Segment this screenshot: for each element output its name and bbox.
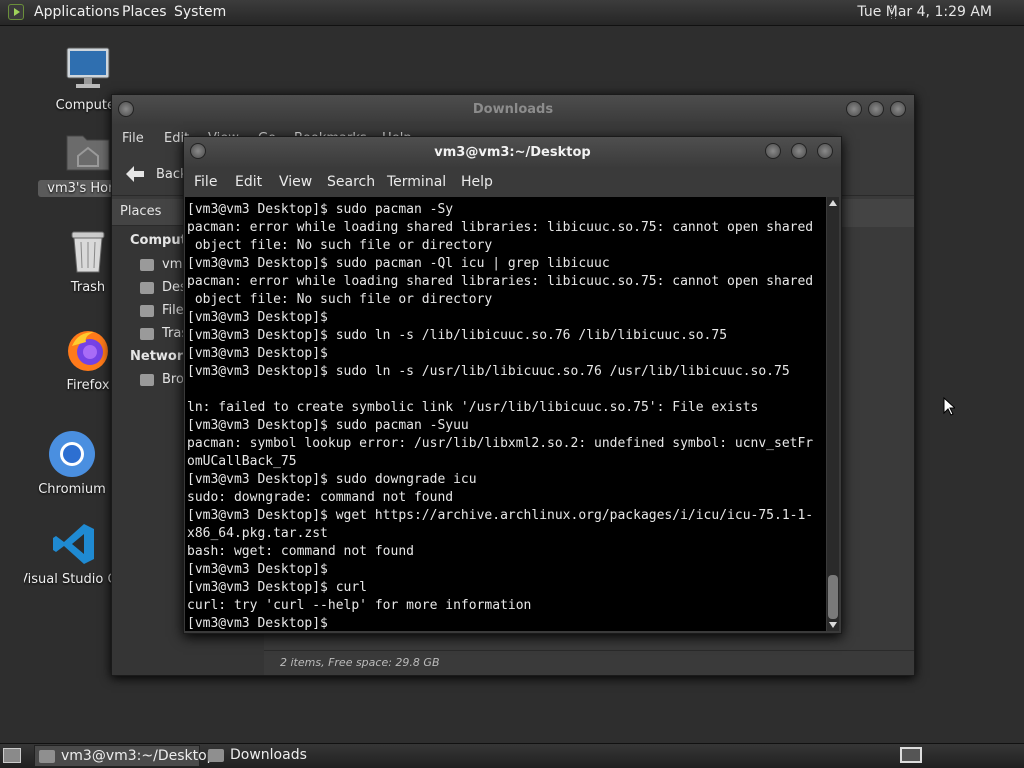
clock[interactable]: Tue Mar 4, 1:29 AM xyxy=(857,4,992,20)
taskbar-item-label: vm3@vm3:~/Desktop xyxy=(61,748,216,764)
workspace-switcher[interactable] xyxy=(900,747,922,763)
terminal-line: sudo: downgrade: command not found xyxy=(187,490,454,505)
mouse-cursor-icon xyxy=(943,396,957,421)
terminal-menu-edit[interactable]: Edit xyxy=(235,174,262,190)
terminal-line: [vm3@vm3 Desktop]$ curl xyxy=(187,580,368,595)
chromium-icon xyxy=(48,430,96,478)
bottom-panel: vm3@vm3:~/Desktop Downloads xyxy=(0,743,1024,768)
back-arrow-icon[interactable] xyxy=(124,165,144,183)
terminal-window-title: vm3@vm3:~/Desktop xyxy=(434,145,591,160)
scrollbar-thumb[interactable] xyxy=(828,575,838,619)
home-icon xyxy=(140,258,154,271)
fm-titlebar[interactable]: Downloads xyxy=(112,95,914,125)
computer-icon xyxy=(64,46,112,94)
desktop-icon xyxy=(140,281,154,294)
maximize-button[interactable] xyxy=(868,101,884,117)
terminal-line: pacman: error while loading shared libra… xyxy=(187,274,814,289)
terminal-line: [vm3@vm3 Desktop]$ xyxy=(187,346,328,361)
taskbar-item-downloads[interactable]: Downloads xyxy=(204,745,344,767)
terminal-line: [vm3@vm3 Desktop]$ xyxy=(187,562,328,577)
terminal-line: [vm3@vm3 Desktop]$ xyxy=(187,310,328,325)
terminal-line: curl: try 'curl --help' for more informa… xyxy=(187,598,532,613)
terminal-menu-help[interactable]: Help xyxy=(461,174,493,190)
taskbar-item-terminal[interactable]: vm3@vm3:~/Desktop xyxy=(34,745,216,767)
terminal-line: [vm3@vm3 Desktop]$ xyxy=(187,616,328,631)
top-panel: Applications Places System Tue Mar 4, 1:… xyxy=(0,0,1024,26)
terminal-line: object file: No such file or directory xyxy=(187,292,493,307)
applications-menu[interactable]: Applications xyxy=(34,4,120,20)
terminal-line: [vm3@vm3 Desktop]$ sudo ln -s /usr/lib/l… xyxy=(187,364,790,379)
home-folder-icon xyxy=(64,128,112,176)
terminal-line: object file: No such file or directory xyxy=(187,238,493,253)
close-button[interactable] xyxy=(890,101,906,117)
places-menu[interactable]: Places xyxy=(122,4,167,20)
terminal-line: x86_64.pkg.tar.zst xyxy=(187,526,328,541)
fm-window-title: Downloads xyxy=(472,102,554,117)
terminal-icon xyxy=(39,750,55,763)
terminal-line: [vm3@vm3 Desktop]$ wget https://archive.… xyxy=(187,508,814,523)
terminal-line: pacman: symbol lookup error: /usr/lib/li… xyxy=(187,436,814,451)
trash-icon xyxy=(140,327,154,340)
distro-logo-icon[interactable] xyxy=(8,4,24,20)
fm-statusbar: 2 items, Free space: 29.8 GB xyxy=(264,650,914,675)
terminal-window[interactable]: vm3@vm3:~/Desktop File Edit View Search … xyxy=(183,136,842,634)
terminal-menu-file[interactable]: File xyxy=(194,174,217,190)
status-text: 2 items, Free space: 29.8 GB xyxy=(280,656,440,669)
terminal-line: bash: wget: command not found xyxy=(187,544,414,559)
terminal-output: [vm3@vm3 Desktop]$ sudo pacman -Sy pacman… xyxy=(185,197,826,631)
terminal-line: pacman: error while loading shared libra… xyxy=(187,220,814,235)
desktop-icon-label: Chromium xyxy=(38,482,106,497)
terminal-line: [vm3@vm3 Desktop]$ sudo downgrade icu xyxy=(187,472,477,487)
desktop-icon-label: Visual Studio Code xyxy=(24,572,124,587)
minimize-button[interactable] xyxy=(765,143,781,159)
terminal-menubar: File Edit View Search Terminal Help xyxy=(184,167,841,195)
terminal-line: ln: failed to create symbolic link '/usr… xyxy=(187,400,759,415)
show-desktop-icon[interactable] xyxy=(3,748,21,763)
terminal-scrollbar[interactable] xyxy=(827,197,839,631)
scroll-up-arrow-icon[interactable] xyxy=(829,200,837,206)
close-button[interactable] xyxy=(817,143,833,159)
terminal-line: [vm3@vm3 Desktop]$ sudo pacman -Syuu xyxy=(187,418,469,433)
desktop-icon-chromium[interactable]: Chromium xyxy=(22,430,122,497)
firefox-icon xyxy=(64,326,112,374)
drive-icon xyxy=(140,304,154,317)
system-menu[interactable]: System xyxy=(174,4,226,20)
maximize-button[interactable] xyxy=(791,143,807,159)
places-label: Places xyxy=(120,204,162,219)
terminal-menu-view[interactable]: View xyxy=(279,174,312,190)
terminal-menu-search[interactable]: Search xyxy=(327,174,375,190)
terminal-line: [vm3@vm3 Desktop]$ sudo pacman -Sy xyxy=(187,202,454,217)
terminal-line: [vm3@vm3 Desktop]$ sudo pacman -Ql icu |… xyxy=(187,256,610,271)
trash-icon xyxy=(64,228,112,276)
terminal-titlebar[interactable]: vm3@vm3:~/Desktop xyxy=(184,137,841,167)
terminal-screen[interactable]: [vm3@vm3 Desktop]$ sudo pacman -Sy pacman… xyxy=(185,197,826,631)
network-icon xyxy=(140,373,154,386)
terminal-line: omUCallBack_75 xyxy=(187,454,297,469)
terminal-menu-terminal[interactable]: Terminal xyxy=(387,174,446,190)
fm-menu-file[interactable]: File xyxy=(122,131,144,146)
scroll-down-arrow-icon[interactable] xyxy=(829,622,837,628)
vscode-icon xyxy=(50,520,98,568)
folder-icon xyxy=(208,749,224,762)
minimize-button[interactable] xyxy=(846,101,862,117)
terminal-line: [vm3@vm3 Desktop]$ sudo ln -s /lib/libic… xyxy=(187,328,728,343)
desktop-icon-vscode[interactable]: Visual Studio Code xyxy=(24,520,124,587)
taskbar-item-label: Downloads xyxy=(230,747,307,763)
